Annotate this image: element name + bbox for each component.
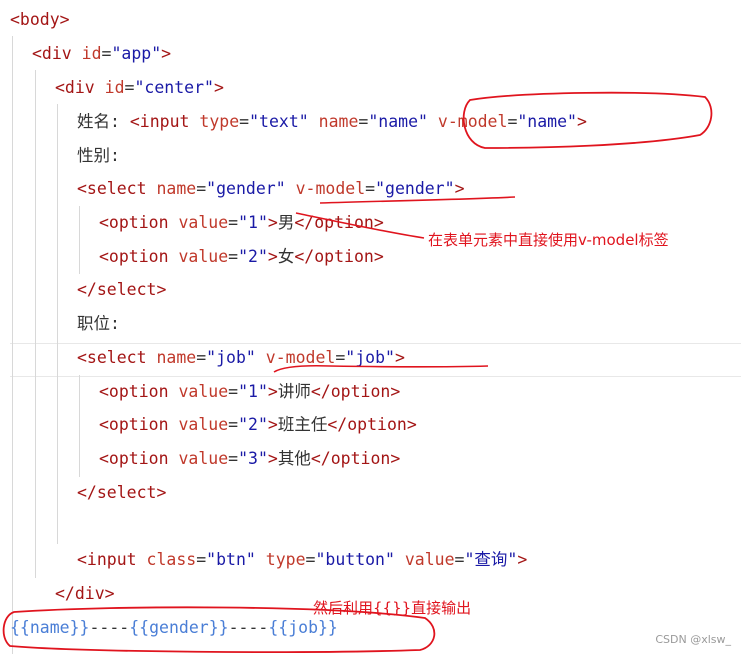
annotation-marks bbox=[2, 91, 713, 653]
arrow-vmodel-note bbox=[295, 212, 425, 239]
underline-job-vmodel bbox=[273, 364, 489, 373]
underline-gender-vmodel bbox=[319, 196, 516, 204]
output-annotation: 然后利用{{}}直接输出 bbox=[313, 599, 472, 617]
vmodel-annotation: 在表单元素中直接使用v-model标签 bbox=[428, 231, 669, 249]
circle-name-vmodel bbox=[462, 91, 713, 149]
watermark: CSDN @xlsw_ bbox=[655, 633, 731, 646]
